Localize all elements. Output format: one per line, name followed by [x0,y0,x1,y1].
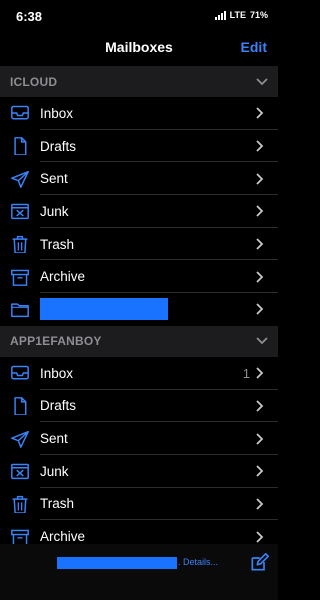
mailbox-label: Drafts [40,138,77,154]
chevron-right-icon [256,107,266,119]
chevron-right-icon [256,205,266,218]
mailbox-label: Sent [40,431,68,447]
archive-icon [0,268,40,286]
paper-plane-icon [0,170,40,188]
chevron-right-icon [256,173,266,185]
document-icon [0,137,40,156]
mailbox-row[interactable]: Sent [0,162,278,195]
mailbox-label: Drafts [40,398,77,414]
mailbox-list[interactable]: ICLOUD Inbox Drafts Sent Junk Trash Archive APP… [0,66,278,544]
redacted-folder-name [40,298,168,321]
navigation-bar: Mailboxes Edit [0,28,278,66]
mailbox-label: Junk [40,203,69,219]
mailbox-row[interactable]: Archive [0,260,278,293]
bottom-toolbar: . Details... [0,544,278,600]
archive-icon [0,528,40,544]
chevron-right-icon [256,367,266,379]
chevron-right-icon [256,303,266,316]
mailbox-label: Inbox [40,365,74,381]
mailbox-row[interactable]: Inbox [0,97,278,130]
chevron-right-icon [256,271,266,283]
status-bar: 6:38 LTE 71% [0,0,278,28]
mailbox-row[interactable]: Junk [0,195,278,228]
mailbox-row[interactable]: Junk [0,455,278,488]
page-title: Mailboxes [105,39,173,55]
network-label: LTE [229,10,246,20]
unread-count: 1 [242,365,250,381]
chevron-right-icon [256,238,266,250]
mailbox-label: Trash [40,236,75,252]
document-icon [0,396,40,415]
section-header[interactable]: APP1EFANBOY [0,325,278,357]
mailbox-row[interactable]: Sent [0,422,278,455]
chevron-right-icon [256,140,266,152]
mailbox-row[interactable]: Drafts [0,390,278,423]
compose-icon[interactable] [249,553,269,573]
status-indicators: LTE 71% [214,10,268,20]
mailbox-row[interactable] [0,293,278,326]
details-link[interactable]: . Details... [178,557,218,567]
mailbox-label: Junk [40,463,69,479]
signal-icon [214,10,226,20]
mailbox-row[interactable]: Archive [0,520,278,544]
chevron-down-icon[interactable] [256,75,268,89]
status-time: 6:38 [16,9,43,24]
paper-plane-icon [0,430,40,448]
inbox-icon [0,364,40,382]
chevron-right-icon [256,400,266,412]
mailbox-row[interactable]: Drafts [0,130,278,163]
chevron-down-icon[interactable] [256,334,268,348]
redacted-status-text [57,557,177,569]
chevron-right-icon [256,465,266,477]
battery-label: 71% [249,10,268,20]
junk-icon [0,462,40,480]
mailbox-row[interactable]: Trash [0,488,278,521]
section-title: ICLOUD [10,74,58,89]
section-title: APP1EFANBOY [10,334,102,349]
edit-button[interactable]: Edit [241,39,267,55]
chevron-right-icon [256,530,266,543]
mailbox-label: Archive [40,529,86,544]
section-header[interactable]: ICLOUD [0,66,278,97]
mailbox-label: Inbox [40,105,74,121]
trash-icon [0,495,40,513]
mailbox-row[interactable]: Inbox 1 [0,357,278,390]
mailbox-label: Trash [40,496,75,512]
trash-icon [0,235,40,254]
inbox-icon [0,104,40,122]
mailbox-row[interactable]: Trash [0,228,278,261]
mailbox-label: Sent [40,171,68,187]
folder-icon [0,300,40,318]
mailbox-label: Archive [40,269,86,285]
chevron-right-icon [256,432,266,445]
chevron-right-icon [256,498,266,510]
junk-icon [0,202,40,220]
